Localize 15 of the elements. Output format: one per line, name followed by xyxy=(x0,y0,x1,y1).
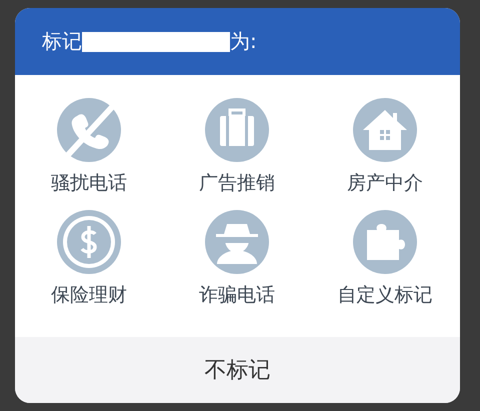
phone-icon[interactable] xyxy=(57,98,121,162)
option-label[interactable]: 房产中介 xyxy=(347,170,423,196)
option-label[interactable]: 保险理财 xyxy=(51,282,127,308)
dialog-title: 标记 xyxy=(42,28,82,55)
house-icon[interactable] xyxy=(353,98,417,162)
puzzle-piece-icon[interactable] xyxy=(353,210,417,274)
option-label[interactable]: 骚扰电话 xyxy=(51,170,127,196)
option-label[interactable]: 广告推销 xyxy=(199,170,275,196)
cancel-button[interactable]: 不标记 xyxy=(15,337,460,403)
option-label[interactable]: 自定义标记 xyxy=(338,282,432,308)
spy-silhouette-icon[interactable] xyxy=(205,210,269,274)
option-label[interactable]: 诈骗电话 xyxy=(199,282,275,308)
briefcase-icon[interactable] xyxy=(205,98,269,162)
dollar-coin-icon[interactable] xyxy=(57,210,121,274)
dialog-title: 为: xyxy=(230,28,257,55)
